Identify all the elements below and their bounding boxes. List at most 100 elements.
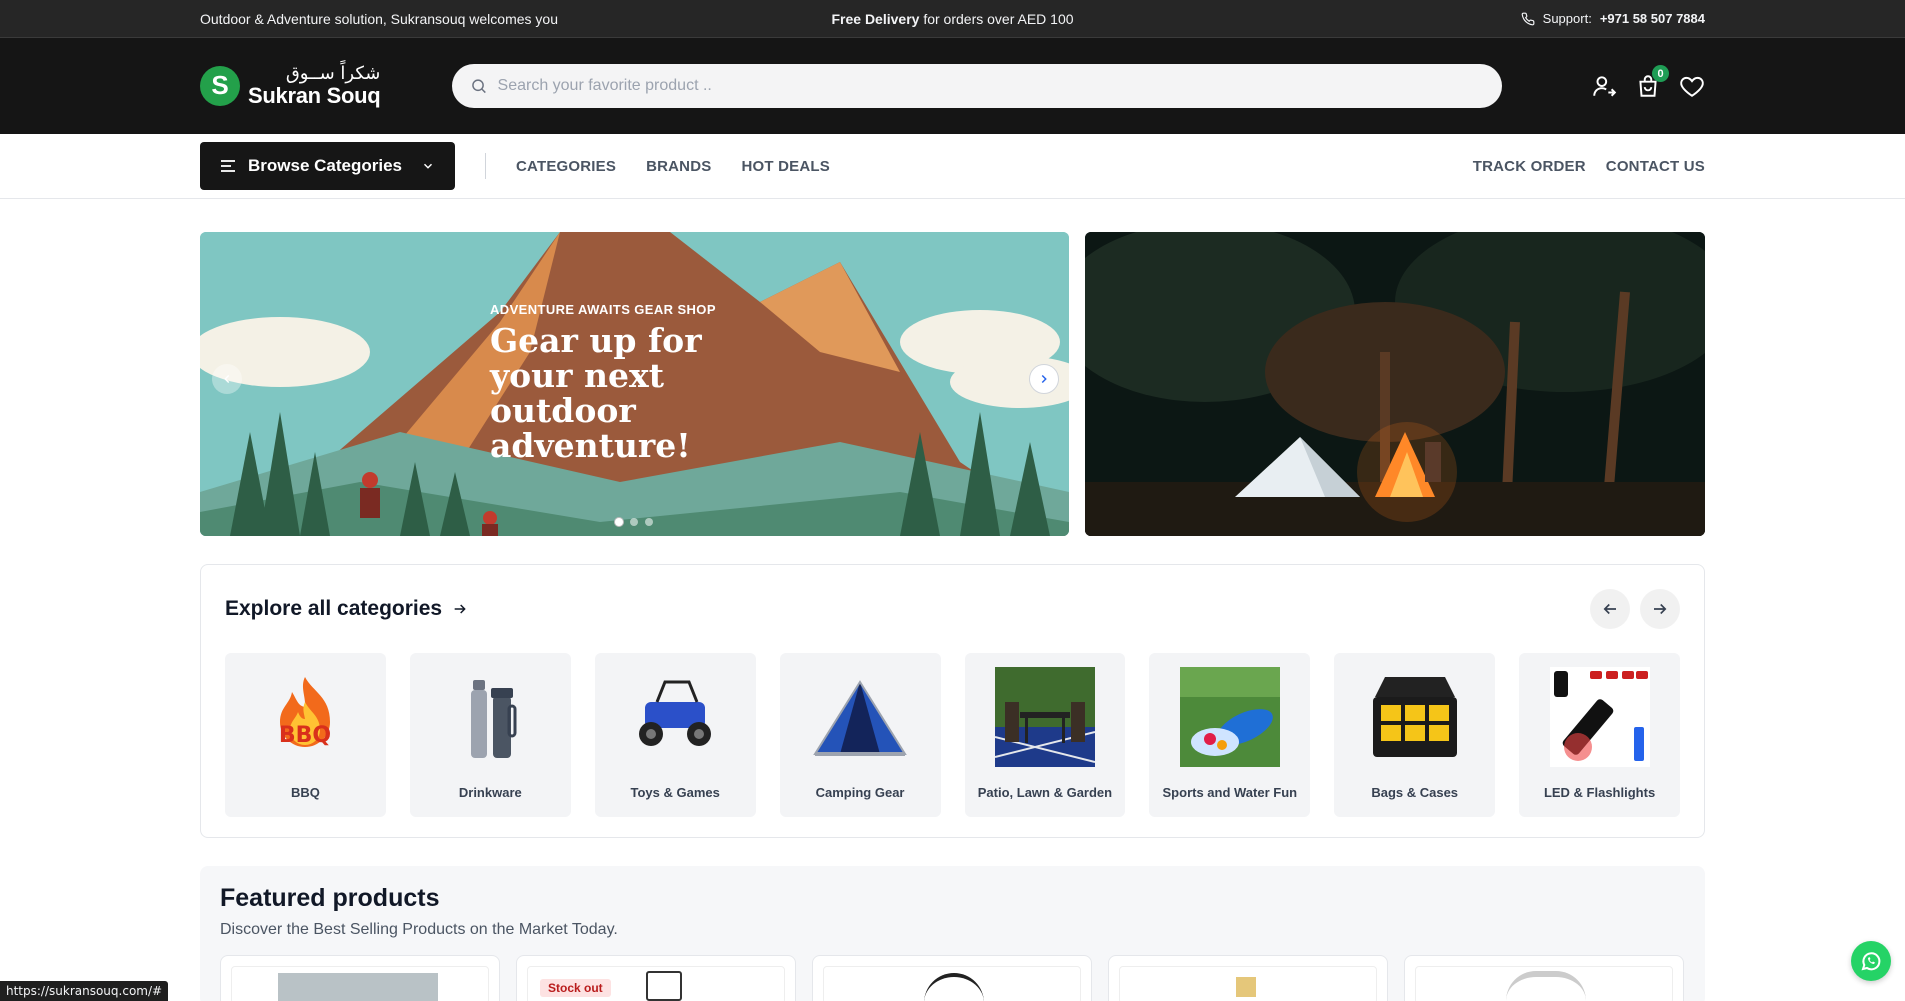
categories-scroll-controls bbox=[1590, 589, 1680, 629]
product-card[interactable] bbox=[1108, 955, 1388, 1001]
carousel-dot[interactable] bbox=[630, 518, 638, 526]
logo-english: Sukran Souq bbox=[248, 82, 381, 108]
category-card-patio-lawn-garden[interactable]: Patio, Lawn & Garden bbox=[964, 653, 1126, 817]
category-card-toys-games[interactable]: Toys & Games bbox=[594, 653, 756, 817]
categories-title: Explore all categories bbox=[225, 597, 443, 620]
hero-carousel[interactable]: ADVENTURE AWAITS GEAR SHOP Gear up for y… bbox=[200, 232, 1069, 536]
product-image: Stock out bbox=[527, 966, 785, 1001]
logo-mark-icon: S bbox=[200, 65, 240, 106]
carousel-prev-button[interactable] bbox=[212, 364, 242, 394]
toy-car-icon bbox=[625, 667, 725, 767]
arrow-right-icon bbox=[1654, 603, 1667, 615]
support-info[interactable]: Support: +971 58 507 7884 bbox=[1521, 11, 1705, 26]
logo-text: شكراً ســوق Sukran Souq bbox=[248, 63, 381, 108]
nav-divider bbox=[485, 153, 486, 179]
hero-side-banner[interactable] bbox=[1085, 232, 1705, 536]
nav-link-brands[interactable]: BRANDS bbox=[646, 158, 711, 175]
delivery-text: for orders over AED 100 bbox=[919, 10, 1074, 27]
category-name: Drinkware bbox=[458, 785, 522, 800]
category-card-camping-gear[interactable]: Camping Gear bbox=[779, 653, 941, 817]
category-name: LED & Flashlights bbox=[1543, 785, 1656, 800]
nav-link-contact-us[interactable]: CONTACT US bbox=[1606, 158, 1705, 175]
flashlight-icon bbox=[1549, 667, 1650, 767]
header-actions: 0 bbox=[1591, 65, 1705, 99]
product-image bbox=[1119, 966, 1377, 1001]
chevron-left-icon bbox=[224, 374, 230, 384]
search-icon bbox=[472, 79, 486, 94]
hero-copy: ADVENTURE AWAITS GEAR SHOP Gear up for y… bbox=[490, 302, 750, 463]
category-name: BBQ bbox=[290, 785, 320, 800]
support-phone[interactable]: +971 58 507 7884 bbox=[1600, 11, 1705, 26]
categories-header: Explore all categories bbox=[225, 565, 1680, 653]
arrow-right-icon bbox=[454, 604, 466, 614]
categories-title-link[interactable]: Explore all categories bbox=[225, 597, 468, 621]
top-announcement-bar: Outdoor & Adventure solution, Sukransouq… bbox=[0, 0, 1905, 38]
categories-section: Explore all categories BBQ BBQ Drinkware bbox=[200, 564, 1705, 838]
hero-kicker: ADVENTURE AWAITS GEAR SHOP bbox=[490, 302, 716, 317]
category-name: Sports and Water Fun bbox=[1162, 785, 1298, 800]
category-card-led-flashlights[interactable]: LED & Flashlights bbox=[1519, 653, 1680, 817]
menu-lines-icon bbox=[221, 160, 235, 172]
nav-link-hot-deals[interactable]: HOT DEALS bbox=[741, 158, 829, 175]
featured-subtitle: Discover the Best Selling Products on th… bbox=[220, 921, 618, 938]
hero-section: ADVENTURE AWAITS GEAR SHOP Gear up for y… bbox=[0, 232, 1905, 536]
product-image bbox=[1415, 966, 1673, 1001]
water-slide-icon bbox=[1179, 667, 1280, 767]
categories-next-button[interactable] bbox=[1640, 589, 1680, 629]
tent-icon bbox=[810, 667, 910, 767]
featured-title: Featured products bbox=[220, 884, 440, 912]
categories-prev-button[interactable] bbox=[1590, 589, 1630, 629]
carousel-dot[interactable] bbox=[645, 518, 653, 526]
search-bar[interactable] bbox=[452, 64, 1502, 108]
campfire-photo bbox=[1085, 232, 1705, 536]
arrow-left-icon bbox=[1603, 603, 1616, 615]
product-row: Stock out bbox=[220, 955, 1685, 1001]
category-name: Toys & Games bbox=[630, 785, 720, 800]
hard-case-icon bbox=[1365, 667, 1465, 767]
browse-categories-label: Browse Categories bbox=[248, 156, 402, 175]
phone-icon bbox=[1521, 12, 1535, 25]
account-icon[interactable] bbox=[1591, 73, 1617, 99]
whatsapp-chat-button[interactable] bbox=[1851, 941, 1891, 981]
product-image bbox=[823, 966, 1081, 1001]
cart-count-badge: 0 bbox=[1652, 65, 1669, 82]
product-card[interactable] bbox=[812, 955, 1092, 1001]
carousel-next-button[interactable] bbox=[1029, 364, 1059, 394]
category-name: Camping Gear bbox=[815, 785, 905, 800]
hero-headline: Gear up for your next outdoor adventure! bbox=[490, 321, 702, 465]
main-navigation: Browse Categories CATEGORIES BRANDS HOT … bbox=[0, 134, 1905, 199]
stock-out-badge: Stock out bbox=[540, 979, 611, 997]
search-input[interactable] bbox=[497, 77, 1484, 95]
featured-products-section: Featured products Discover the Best Sell… bbox=[200, 866, 1705, 1001]
welcome-text: Outdoor & Adventure solution, Sukransouq… bbox=[200, 10, 558, 27]
category-card-bbq[interactable]: BBQ BBQ bbox=[225, 653, 386, 817]
product-card[interactable] bbox=[1404, 955, 1684, 1001]
chevron-down-icon bbox=[423, 163, 433, 169]
category-card-drinkware[interactable]: Drinkware bbox=[409, 653, 571, 817]
delivery-bold: Free Delivery bbox=[831, 10, 920, 27]
support-label: Support: bbox=[1542, 11, 1592, 26]
nav-link-categories[interactable]: CATEGORIES bbox=[516, 158, 616, 175]
svg-text:BBQ: BBQ bbox=[279, 723, 331, 748]
nav-link-track-order[interactable]: TRACK ORDER bbox=[1473, 158, 1586, 175]
product-card[interactable] bbox=[220, 955, 500, 1001]
category-name: Patio, Lawn & Garden bbox=[977, 785, 1113, 800]
site-logo[interactable]: S شكراً ســوق Sukran Souq bbox=[200, 63, 452, 108]
category-card-bags-cases[interactable]: Bags & Cases bbox=[1334, 653, 1496, 817]
whatsapp-icon bbox=[1861, 952, 1881, 971]
category-name: Bags & Cases bbox=[1371, 785, 1459, 800]
carousel-dots bbox=[615, 518, 653, 526]
browse-categories-button[interactable]: Browse Categories bbox=[200, 142, 455, 190]
category-card-sports-water-fun[interactable]: Sports and Water Fun bbox=[1149, 653, 1311, 817]
nav-right-links: TRACK ORDER CONTACT US bbox=[1473, 158, 1705, 175]
logo-arabic: شكراً ســوق bbox=[285, 63, 381, 84]
browser-status-url: https://sukransouq.com/# bbox=[0, 981, 169, 1001]
product-image bbox=[231, 966, 489, 1001]
bbq-flame-icon: BBQ bbox=[255, 667, 355, 767]
carousel-dot[interactable] bbox=[615, 518, 623, 526]
patio-furniture-icon bbox=[994, 667, 1095, 767]
wishlist-heart-icon[interactable] bbox=[1679, 73, 1705, 99]
main-header: S شكراً ســوق Sukran Souq 0 bbox=[0, 38, 1905, 134]
product-card[interactable]: Stock out bbox=[516, 955, 796, 1001]
cart-icon[interactable]: 0 bbox=[1635, 65, 1669, 99]
